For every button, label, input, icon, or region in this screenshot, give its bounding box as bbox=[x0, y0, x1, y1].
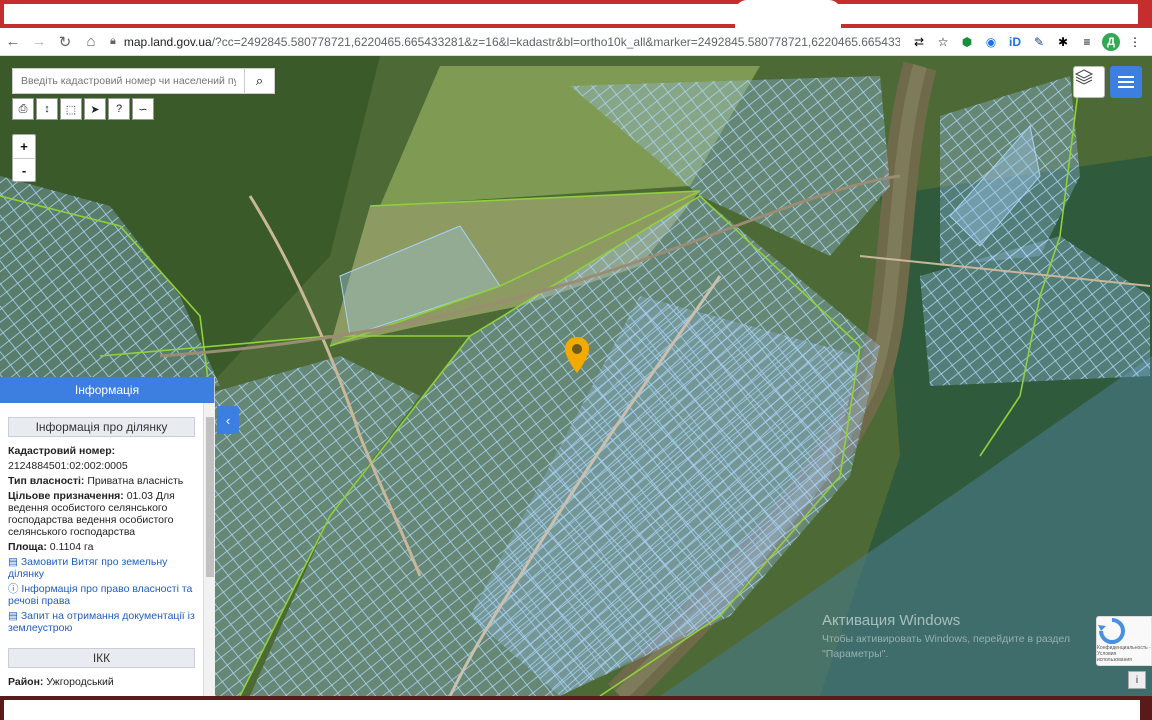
document-icon: ▤ bbox=[8, 610, 18, 622]
shield-extension-icon[interactable]: ⬢ bbox=[958, 33, 976, 51]
search-input[interactable] bbox=[13, 69, 244, 93]
translate-icon[interactable]: ⇄ bbox=[910, 33, 928, 51]
cadastral-value: 2124884501:02:002:0005 bbox=[8, 460, 128, 472]
active-tab[interactable] bbox=[735, 0, 841, 28]
area-value: 0.1104 га bbox=[49, 541, 94, 553]
info-panel: Інформація Інформація про ділянку Кадаст… bbox=[0, 377, 215, 696]
hamburger-menu-icon[interactable] bbox=[1110, 66, 1142, 98]
pointer-icon[interactable]: ➤ bbox=[84, 98, 106, 120]
forward-icon[interactable]: → bbox=[26, 29, 52, 55]
map-canvas[interactable]: ⌕ ⎙ ↕ ⬚ ➤ ? ∽ + - Інформація Інформація … bbox=[0, 56, 1152, 696]
area-label: Площа: bbox=[8, 541, 47, 553]
bottom-frame bbox=[0, 696, 1152, 720]
section-ikk-header: ІКК bbox=[8, 648, 195, 668]
url-host: map.land.gov.ua bbox=[123, 34, 212, 49]
zoom-in-button[interactable]: + bbox=[13, 135, 35, 158]
collapse-panel-icon[interactable]: ‹ bbox=[217, 406, 239, 434]
info-icon[interactable]: i bbox=[1128, 671, 1146, 689]
kebab-menu-icon[interactable]: ⋮ bbox=[1126, 33, 1144, 51]
extension-icon[interactable]: ◉ bbox=[982, 33, 1000, 51]
district-value: Ужгородський bbox=[46, 676, 114, 688]
home-icon[interactable]: ⌂ bbox=[78, 29, 104, 55]
info-scrollbar[interactable] bbox=[203, 403, 215, 696]
windows-activation-text: Чтобы активировать Windows, перейдите в … bbox=[822, 633, 1070, 660]
cadastral-label: Кадастровий номер: bbox=[8, 445, 116, 457]
reload-icon[interactable]: ↻ bbox=[52, 29, 78, 55]
url-field[interactable]: 🔒︎ map.land.gov.ua/?cc=2492845.580778721… bbox=[110, 31, 900, 53]
measure-area-icon[interactable]: ⬚ bbox=[60, 98, 82, 120]
url-path: /?cc=2492845.580778721,6220465.665433281… bbox=[211, 34, 900, 49]
browser-tab-strip bbox=[0, 0, 1152, 28]
recaptcha-badge[interactable]: Конфиденциальность - Условия использован… bbox=[1096, 616, 1152, 666]
cadastral-search: ⌕ bbox=[12, 68, 275, 94]
zoom-out-button[interactable]: - bbox=[13, 158, 35, 181]
ownership-value: Приватна власність bbox=[87, 475, 184, 487]
star-icon[interactable]: ☆ bbox=[934, 33, 952, 51]
avatar[interactable]: Д bbox=[1102, 32, 1120, 51]
extensions: ⇄ ☆ ⬢ ◉ iD ✎ ✱ ≡ Д ⋮ bbox=[910, 32, 1152, 51]
address-bar-row: ← → ↻ ⌂ 🔒︎ map.land.gov.ua/?cc=2492845.5… bbox=[0, 28, 1152, 56]
windows-activation-title: Активация Windows bbox=[822, 612, 961, 629]
docs-request-link[interactable]: ▤ Запит на отримання документації із зем… bbox=[8, 610, 195, 634]
id-extension-icon[interactable]: iD bbox=[1006, 33, 1024, 51]
ownership-info-link[interactable]: ⓘ Інформація про право власності та речо… bbox=[8, 583, 195, 607]
route-icon[interactable]: ∽ bbox=[132, 98, 154, 120]
order-extract-link[interactable]: ▤ Замовити Витяг про земельну ділянку bbox=[8, 556, 195, 580]
playlist-icon[interactable]: ≡ bbox=[1078, 33, 1096, 51]
measure-distance-icon[interactable]: ↕ bbox=[36, 98, 58, 120]
document-icon: ▤ bbox=[8, 556, 18, 568]
district-label: Район: bbox=[8, 676, 44, 688]
map-toolbar: ⎙ ↕ ⬚ ➤ ? ∽ bbox=[12, 98, 154, 120]
search-icon[interactable]: ⌕ bbox=[244, 69, 274, 93]
purpose-label: Цільове призначення: bbox=[8, 490, 124, 502]
recaptcha-icon bbox=[1098, 618, 1125, 644]
lock-icon: 🔒︎ bbox=[110, 35, 116, 47]
ownership-label: Тип власності: bbox=[8, 475, 85, 487]
info-panel-title: Інформація bbox=[0, 377, 214, 403]
zoom-control: + - bbox=[12, 134, 36, 182]
section-parcel-header: Інформація про ділянку bbox=[8, 417, 195, 437]
puzzle-icon[interactable]: ✱ bbox=[1054, 33, 1072, 51]
layers-icon[interactable] bbox=[1073, 66, 1105, 98]
recaptcha-links: Конфиденциальность - Условия использован… bbox=[1097, 645, 1151, 663]
info-query-icon[interactable]: ? bbox=[108, 98, 130, 120]
print-icon[interactable]: ⎙ bbox=[12, 98, 34, 120]
pen-extension-icon[interactable]: ✎ bbox=[1030, 33, 1048, 51]
info-circle-icon: ⓘ bbox=[8, 583, 19, 595]
back-icon[interactable]: ← bbox=[0, 29, 26, 55]
